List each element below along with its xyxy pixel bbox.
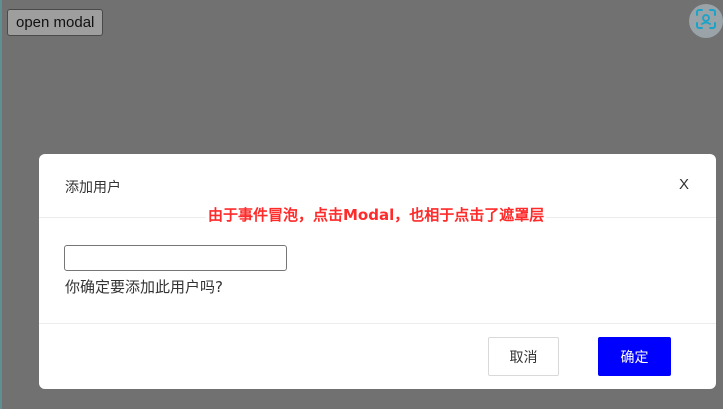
modal-title: 添加用户 [65,180,121,196]
page-left-edge [0,0,2,409]
modal-close-button[interactable]: X [679,176,689,193]
confirm-button[interactable]: 确定 [598,337,671,376]
user-name-input[interactable] [64,245,287,271]
event-bubbling-annotation: 由于事件冒泡，点击Modal，也相于点击了遮罩层 [206,204,547,225]
scan-icon [695,8,717,34]
footer-divider [39,323,716,324]
open-modal-button[interactable]: open modal [7,9,104,36]
confirm-question: 你确定要添加此用户吗? [65,278,223,296]
floating-scan-button[interactable] [689,4,723,38]
cancel-button[interactable]: 取消 [488,337,559,376]
add-user-modal: 添加用户 X 由于事件冒泡，点击Modal，也相于点击了遮罩层 你确定要添加此用… [39,154,716,389]
